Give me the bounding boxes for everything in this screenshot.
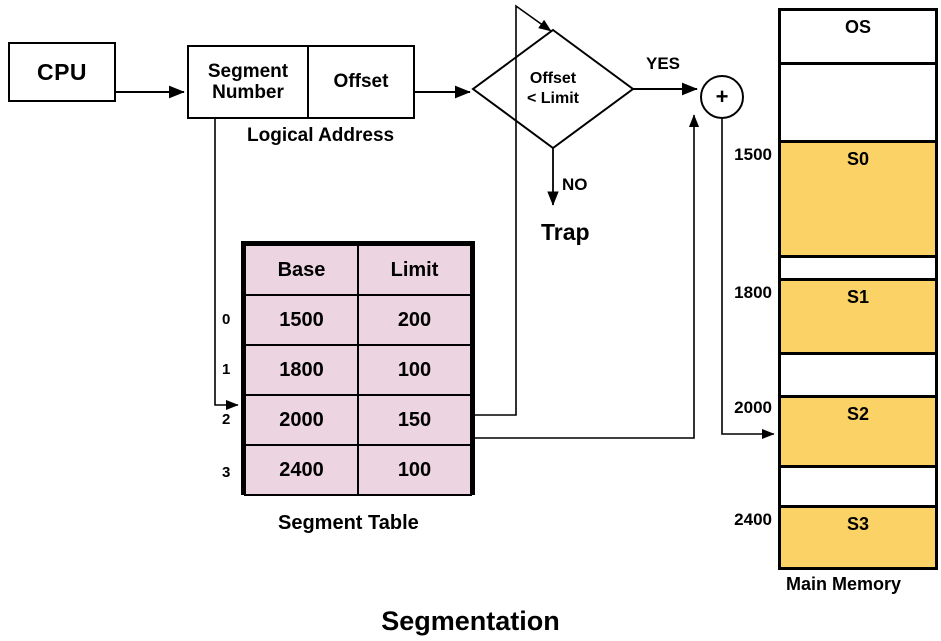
no-label: NO xyxy=(562,175,588,194)
cell-base-0: 1500 xyxy=(244,294,359,346)
cell-limit-1: 100 xyxy=(357,344,472,396)
cell-limit-3: 100 xyxy=(357,444,472,496)
offset-field: Offset xyxy=(333,71,389,92)
memory-address-1500: 1500 xyxy=(734,145,772,164)
segment-number-field: Segment Number xyxy=(189,47,309,117)
segment-number-line2: Number xyxy=(212,82,284,103)
table-row: 2400 100 xyxy=(244,444,472,496)
segment-table: Base Limit 1500 200 1800 100 2000 150 24… xyxy=(241,241,475,496)
memory-address-2000: 2000 xyxy=(734,398,772,417)
memory-cell-os: OS xyxy=(781,11,935,65)
cell-base-2: 2000 xyxy=(244,394,359,446)
row-index-1: 1 xyxy=(222,361,231,378)
memory-cell-s1: S1 xyxy=(781,281,935,355)
table-row: 1800 100 xyxy=(244,344,472,396)
trap-label: Trap xyxy=(541,219,590,245)
compare-line1: Offset xyxy=(529,70,577,87)
row-index-0: 0 xyxy=(222,311,231,328)
cell-limit-0: 200 xyxy=(357,294,472,346)
memory-address-1800: 1800 xyxy=(734,283,772,302)
memory-cell-free-1 xyxy=(781,65,935,143)
segment-table-grid: Base Limit 1500 200 1800 100 2000 150 24… xyxy=(244,244,472,496)
cell-base-3: 2400 xyxy=(244,444,359,496)
cell-limit-2: 150 xyxy=(357,394,472,446)
main-memory-column: OS S0 S1 S2 S3 xyxy=(778,8,938,570)
compare-decision-text: Offset < Limit xyxy=(473,30,633,148)
cell-base-1: 1800 xyxy=(244,344,359,396)
cpu-label: CPU xyxy=(36,58,88,85)
table-row: 1500 200 xyxy=(244,294,472,346)
segment-number-line1: Segment xyxy=(207,60,289,82)
row-index-3: 3 xyxy=(222,464,231,481)
memory-cell-s3: S3 xyxy=(781,508,935,567)
memory-cell-s2: S2 xyxy=(781,398,935,468)
column-header-base: Base xyxy=(244,244,359,296)
yes-label: YES xyxy=(646,54,681,73)
memory-cell-free-2 xyxy=(781,258,935,281)
table-header-row: Base Limit xyxy=(244,244,472,296)
adder-plus-symbol: + xyxy=(715,84,729,109)
memory-cell-s0: S0 xyxy=(781,143,935,258)
memory-address-2400: 2400 xyxy=(734,510,772,529)
column-header-limit: Limit xyxy=(357,244,472,296)
memory-cell-free-4 xyxy=(781,468,935,508)
cpu-box: CPU xyxy=(8,42,116,102)
memory-cell-free-3 xyxy=(781,355,935,398)
main-memory-caption: Main Memory xyxy=(786,574,902,594)
page-title: Segmentation xyxy=(381,606,560,636)
segment-table-caption: Segment Table xyxy=(278,512,419,534)
row-index-2: 2 xyxy=(222,411,231,428)
adder-node: + xyxy=(700,75,744,119)
logical-address-box: Segment Number Offset xyxy=(187,45,415,119)
compare-decision-node: Offset < Limit xyxy=(473,30,633,148)
arrow-adder-to-memory xyxy=(721,119,775,440)
table-row: 2000 150 xyxy=(244,394,472,446)
compare-line2: < Limit xyxy=(526,90,579,107)
logical-address-caption: Logical Address xyxy=(247,125,395,146)
